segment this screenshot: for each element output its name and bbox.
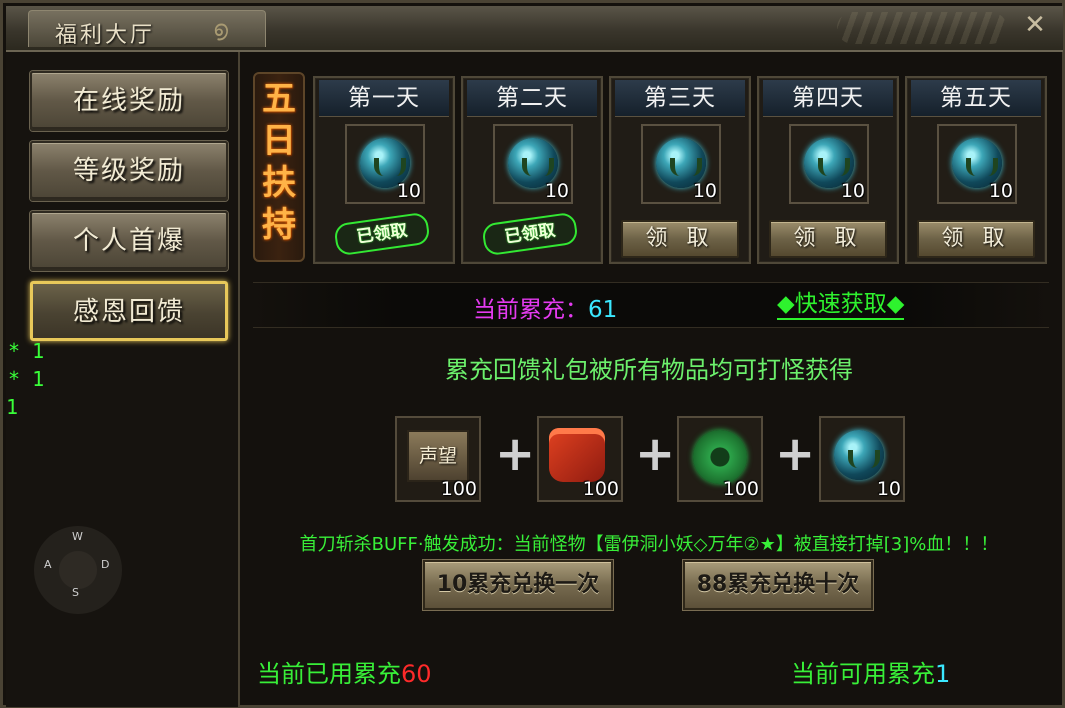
dpad-right-label: D xyxy=(101,558,110,571)
item-count: 100 xyxy=(582,478,619,500)
item-count: 10 xyxy=(876,478,901,500)
item-slot[interactable]: 10 xyxy=(345,124,425,204)
close-button[interactable]: ✕ xyxy=(1011,8,1059,44)
jade-dragon-icon xyxy=(693,430,747,484)
available-charge: 当前可用累充1 xyxy=(791,654,950,689)
day-title: 第三天 xyxy=(615,80,745,117)
item-slot[interactable]: 10 xyxy=(641,124,721,204)
item-slot[interactable]: 10 xyxy=(937,124,1017,204)
dpad-left-label: A xyxy=(44,558,52,571)
item-count: 100 xyxy=(440,478,477,500)
title-bar: 福利大厅 ൭ ✕ xyxy=(6,6,1063,52)
five-day-support-banner: 五 日 扶 持 xyxy=(253,72,305,262)
available-charge-label: 当前可用累充 xyxy=(791,660,935,688)
item-count: 10 xyxy=(840,180,865,202)
used-charge-label: 当前已用累充 xyxy=(257,660,401,688)
current-charge: 当前累充：61 xyxy=(473,290,617,324)
day-card-1: 第一天 10 已领取 xyxy=(313,76,455,264)
reward-slot-orb[interactable]: 10 xyxy=(819,416,905,502)
title-tab: 福利大厅 ൭ xyxy=(28,10,266,48)
plus-icon: + xyxy=(495,426,536,482)
orb-icon xyxy=(834,430,884,480)
day-title: 第五天 xyxy=(911,80,1041,117)
dragon-ornament-icon xyxy=(837,12,1007,44)
side-marker: 1 xyxy=(6,395,19,419)
banner-char: 五 xyxy=(262,79,296,119)
red-bag-icon xyxy=(549,428,605,482)
nav-gratitude-rebate[interactable]: 感恩回馈 xyxy=(30,281,228,341)
banner-char: 日 xyxy=(262,121,296,161)
item-slot[interactable]: 10 xyxy=(493,124,573,204)
item-count: 10 xyxy=(396,180,421,202)
quick-get-link[interactable]: ◆快速获取◆ xyxy=(777,290,905,320)
window-title: 福利大厅 xyxy=(55,23,156,48)
current-charge-value: 61 xyxy=(588,297,618,323)
available-charge-value: 1 xyxy=(935,660,951,688)
claim-button[interactable]: 领 取 xyxy=(769,220,887,258)
item-count: 100 xyxy=(722,478,759,500)
sidebar-nav: 在线奖励 等级奖励 个人首爆 感恩回馈 * 1 * 1 1 W A D S xyxy=(6,52,240,707)
cloud-swirl-icon: ൭ xyxy=(213,17,228,42)
side-marker: * 1 xyxy=(8,367,45,391)
day-title: 第四天 xyxy=(763,80,893,117)
claim-button[interactable]: 领 取 xyxy=(621,220,739,258)
charge-bar xyxy=(253,282,1049,328)
buff-notice: 首刀斩杀BUFF·触发成功：当前怪物【雷伊洞小妖◇万年②★】被直接打掉[3]%血… xyxy=(299,534,999,555)
nav-level-reward[interactable]: 等级奖励 xyxy=(30,141,228,201)
side-marker: * 1 xyxy=(8,339,45,363)
main-panel: 五 日 扶 持 第一天 10 已领取 第二天 10 已领取 第三天 10 领 取… xyxy=(241,58,1057,698)
item-slot[interactable]: 10 xyxy=(789,124,869,204)
reward-slot-prestige[interactable]: 声望 100 xyxy=(395,416,481,502)
day-card-5: 第五天 10 领 取 xyxy=(905,76,1047,264)
banner-char: 持 xyxy=(262,205,296,245)
welfare-hall-window: 福利大厅 ൭ ✕ 在线奖励 等级奖励 个人首爆 感恩回馈 * 1 * 1 1 W… xyxy=(0,0,1065,708)
used-charge-value: 60 xyxy=(401,660,432,688)
nav-first-drop[interactable]: 个人首爆 xyxy=(30,211,228,271)
claimed-stamp: 已领取 xyxy=(333,211,431,257)
day-title: 第二天 xyxy=(467,80,597,117)
item-count: 10 xyxy=(988,180,1013,202)
day-title: 第一天 xyxy=(319,80,449,117)
used-charge: 当前已用累充60 xyxy=(257,654,432,689)
dpad-up-label: W xyxy=(72,530,83,543)
claimed-stamp: 已领取 xyxy=(481,211,579,257)
item-count: 10 xyxy=(544,180,569,202)
day-card-3: 第三天 10 领 取 xyxy=(609,76,751,264)
exchange-once-button[interactable]: 10累充兑换一次 xyxy=(423,560,613,610)
plus-icon: + xyxy=(775,426,816,482)
nav-online-reward[interactable]: 在线奖励 xyxy=(30,71,228,131)
claim-button[interactable]: 领 取 xyxy=(917,220,1035,258)
info-text: 累充回馈礼包被所有物品均可打怪获得 xyxy=(445,356,853,384)
prestige-icon: 声望 xyxy=(407,430,469,482)
day-card-2: 第二天 10 已领取 xyxy=(461,76,603,264)
reward-slot-bag[interactable]: 100 xyxy=(537,416,623,502)
reward-slot-jade[interactable]: 100 xyxy=(677,416,763,502)
current-charge-label: 当前累充： xyxy=(473,297,588,323)
direction-pad[interactable]: W A D S xyxy=(34,526,122,614)
dpad-down-label: S xyxy=(72,586,79,599)
banner-char: 扶 xyxy=(262,163,296,203)
plus-icon: + xyxy=(635,426,676,482)
day-card-4: 第四天 10 领 取 xyxy=(757,76,899,264)
exchange-ten-button[interactable]: 88累充兑换十次 xyxy=(683,560,873,610)
item-count: 10 xyxy=(692,180,717,202)
